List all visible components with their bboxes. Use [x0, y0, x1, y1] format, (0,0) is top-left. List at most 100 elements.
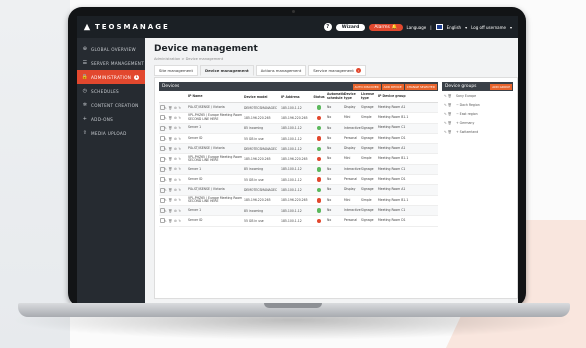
- sidebar-item-label: ADMINISTRATION: [91, 74, 132, 80]
- license-type: Simple: [361, 115, 372, 120]
- language-menu[interactable]: Language: [407, 25, 427, 30]
- tab-device-management[interactable]: Device management: [199, 65, 254, 76]
- language-select[interactable]: English: [447, 25, 461, 30]
- alarms-button[interactable]: Alarms 🔔: [369, 23, 403, 31]
- device-group: Meeting Room B1.1: [378, 115, 409, 120]
- row-action-icons[interactable]: ✎ 🗑 ⚙ ↻: [164, 198, 188, 202]
- automatic-schedule: No: [327, 207, 332, 212]
- sidebar-item-content-creation[interactable]: ✲ CONTENT CREATION: [77, 98, 145, 112]
- table-row[interactable]: ✎ 🗑 ⚙ ↻ Server ID 55 GB in use 185.100.1.12…: [159, 134, 438, 145]
- device-type: Personal: [344, 135, 358, 140]
- row-action-icons[interactable]: ✎ 🗑 ⚙ ↻: [164, 147, 188, 151]
- group-item[interactable]: ✎ 🗑 − East region: [442, 109, 513, 118]
- table-row[interactable]: ✎ 🗑 ⚙ ↻ Server 1 85 incoming 185.100.1.12 No…: [159, 164, 438, 176]
- row-action-icons[interactable]: ✎ 🗑 ⚙ ↻: [164, 188, 188, 192]
- row-action-icons[interactable]: ✎ 🗑 ⚙ ↻: [164, 126, 188, 130]
- globe-icon: ⊕: [82, 46, 88, 52]
- sidebar-item-global-overview[interactable]: ⊕ GLOBAL OVERVIEW: [77, 42, 145, 56]
- row-action-icons[interactable]: ✎ 🗑 ⚙ ↻: [164, 106, 188, 110]
- change-selected-button[interactable]: CHANGE SELECTED: [404, 83, 437, 90]
- gear-icon: ✲: [82, 102, 88, 108]
- license-type: Signage: [361, 146, 374, 151]
- table-row[interactable]: ✎ 🗑 ⚙ ↻ Server ID 55 GB in use 185.100.1.12…: [159, 175, 438, 186]
- sidebar-item-schedules[interactable]: ◷ SCHEDULES: [77, 84, 145, 98]
- tab-label: Device management: [204, 68, 249, 73]
- sidebar-item-media-upload[interactable]: ⇪ MEDIA UPLOAD: [77, 126, 145, 140]
- table-row[interactable]: ✎ 🗑 ⚙ ↻ PIA-ST/ISENSE / Victoria DEMOTECSM…: [159, 144, 438, 155]
- status-cell: [311, 177, 327, 182]
- device-name: Server ID: [188, 135, 203, 140]
- table-row[interactable]: ✎ 🗑 ⚙ ↻ VPL-PHZ65 / Europe Meeting Room S…: [159, 154, 438, 165]
- row-action-icons[interactable]: ✎ 🗑 ⚙ ↻: [164, 209, 188, 213]
- group-action-icons[interactable]: ✎ 🗑: [444, 112, 454, 116]
- group-action-icons[interactable]: ✎ 🗑: [444, 130, 454, 134]
- column-header[interactable]: IP Name: [188, 94, 244, 99]
- group-label: − East region: [456, 111, 478, 116]
- device-model: 185.196.220.265: [244, 198, 271, 203]
- row-action-icons[interactable]: ✎ 🗑 ⚙ ↻: [164, 157, 188, 161]
- tab-actions-management[interactable]: Actions management: [255, 65, 307, 76]
- column-header[interactable]: Device type: [344, 92, 361, 100]
- status-cell: [311, 105, 327, 110]
- row-action-icons[interactable]: ✎ 🗑 ⚙ ↻: [164, 178, 188, 182]
- group-action-icons[interactable]: ✎ 🗑: [444, 94, 454, 98]
- tab-site-management[interactable]: Site management: [154, 65, 198, 76]
- column-header[interactable]: IP Device group: [378, 94, 423, 99]
- status-dot: [316, 187, 322, 193]
- table-row[interactable]: ✎ 🗑 ⚙ ↻ PIA-ST/ISENSE / Victoria DEMOTECSM…: [159, 103, 438, 114]
- device-group: Meeting Room D1: [378, 135, 406, 140]
- add-group-button[interactable]: ADD GROUP: [490, 83, 512, 90]
- sidebar-item-administration[interactable]: 🔒 ADMINISTRATION 1: [77, 70, 145, 84]
- tab-service-management[interactable]: Service management!: [308, 65, 366, 76]
- sidebar-badge: 1: [134, 74, 140, 80]
- ip-address: 185.100.1.12: [281, 177, 302, 182]
- add-device-button[interactable]: ADD DEVICE: [381, 83, 404, 90]
- column-header[interactable]: License type: [361, 92, 378, 100]
- automatic-schedule: No: [327, 146, 332, 151]
- tab-label: Site management: [159, 68, 193, 73]
- device-group: Meeting Room A1: [378, 187, 406, 192]
- logo-text: TEOSMANAGE: [95, 23, 170, 31]
- group-item[interactable]: ✎ 🗑 − Dach Region: [442, 100, 513, 109]
- sidebar-item-server-management[interactable]: ☰ SERVER MANAGEMENT: [77, 56, 145, 70]
- table-row[interactable]: ✎ 🗑 ⚙ ↻ Server 1 85 incoming 185.100.1.12 No…: [159, 123, 438, 134]
- column-header[interactable]: Status: [311, 95, 327, 99]
- table-row[interactable]: ✎ 🗑 ⚙ ↻ VPL-PHZ65 / Europe Meeting Room S…: [159, 196, 438, 206]
- device-model: 55 GB in use: [244, 177, 264, 182]
- row-action-icons[interactable]: ✎ 🗑 ⚙ ↻: [164, 219, 188, 223]
- group-item[interactable]: ✎ 🗑 + Switzerland: [442, 128, 513, 137]
- group-action-icons[interactable]: ✎ 🗑: [444, 121, 454, 125]
- auto-discover-button[interactable]: AUTO DISCOVER: [352, 83, 381, 90]
- table-row[interactable]: ✎ 🗑 ⚙ ↻ Server ID 55 GB in use 185.100.1.12…: [159, 216, 438, 227]
- group-item[interactable]: ✎ 🗑 Sony Europe: [442, 91, 513, 100]
- table-row[interactable]: ✎ 🗑 ⚙ ↻ PIA-ST/ISENSE / Victoria DEMOTECSM…: [159, 185, 438, 196]
- help-button[interactable]: ?: [323, 23, 332, 31]
- page-title: Device management: [154, 44, 258, 54]
- alarms-label: Alarms: [374, 24, 390, 30]
- column-header[interactable]: Device model: [244, 95, 281, 99]
- chevron-down-icon: ▾: [509, 24, 512, 30]
- row-action-icons[interactable]: ✎ 🗑 ⚙ ↻: [164, 167, 188, 171]
- laptop-screen: TEOSMANAGE ? Wizard Alarms 🔔 Language | …: [77, 16, 518, 304]
- license-type: Signage: [361, 218, 374, 223]
- wizard-button[interactable]: Wizard: [335, 23, 366, 31]
- license-type: Signage: [361, 166, 374, 171]
- row-action-icons[interactable]: ✎ 🗑 ⚙ ↻: [164, 137, 188, 141]
- app-logo[interactable]: TEOSMANAGE: [83, 23, 170, 31]
- device-group: Meeting Room B1.1: [378, 156, 409, 161]
- device-group: Meeting Room C1: [378, 125, 406, 130]
- group-item[interactable]: ✎ 🗑 + Germany: [442, 119, 513, 128]
- clock-icon: ◷: [82, 88, 88, 94]
- table-row[interactable]: ✎ 🗑 ⚙ ↻ Server 1 85 incoming 185.100.1.12 No…: [159, 205, 438, 217]
- column-header[interactable]: IP Address: [281, 95, 311, 99]
- alert-icon: !: [355, 68, 361, 73]
- column-header[interactable]: Automatic schedule: [327, 92, 345, 100]
- device-type: Personal: [344, 177, 358, 182]
- device-model: 85 incoming: [244, 126, 264, 131]
- logoff-link[interactable]: Log off username: [471, 25, 506, 30]
- group-action-icons[interactable]: ✎ 🗑: [444, 103, 454, 107]
- table-row[interactable]: ✎ 🗑 ⚙ ↻ VPL-PHZ65 / Europe Meeting Room S…: [159, 113, 438, 124]
- sidebar-item-add-ons[interactable]: + ADD-ONS: [77, 112, 145, 126]
- status-dot: [316, 105, 322, 110]
- row-action-icons[interactable]: ✎ 🗑 ⚙ ↻: [164, 116, 188, 120]
